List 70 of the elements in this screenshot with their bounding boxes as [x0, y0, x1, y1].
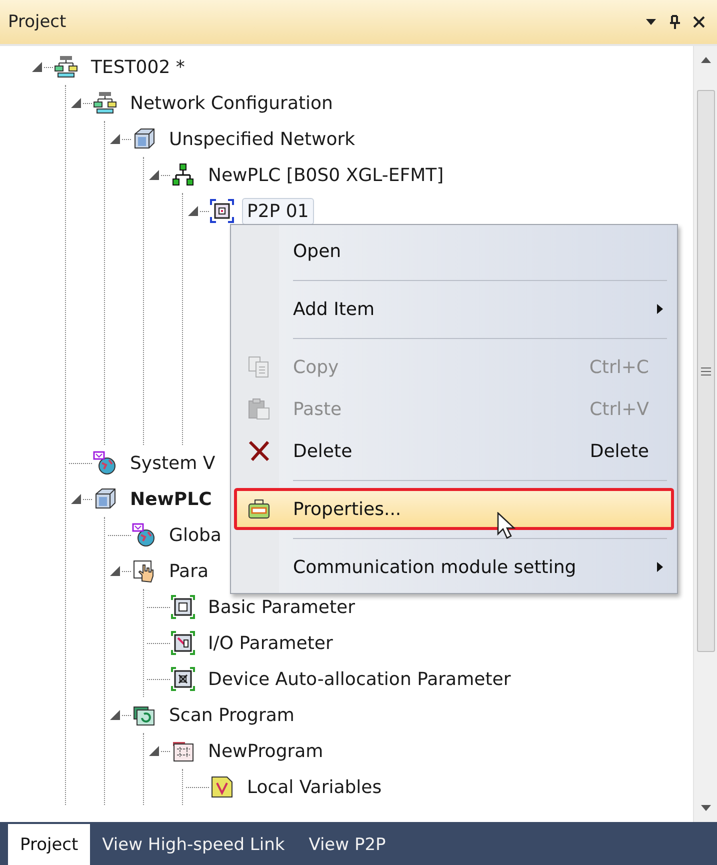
shortcut-text: Delete [590, 440, 650, 462]
globe-icon [93, 451, 117, 475]
expander-icon[interactable] [71, 494, 81, 504]
tree-item[interactable]: Device Auto-allocation Parameter [203, 666, 516, 692]
expander-icon[interactable] [71, 98, 81, 108]
tab[interactable]: Project [8, 824, 90, 865]
tree-item[interactable]: Para [164, 558, 214, 584]
menu-item-label: Copy [292, 356, 340, 378]
hand-icon [132, 559, 156, 583]
scroll-up-icon[interactable] [700, 56, 710, 64]
panel-title: Project [8, 12, 66, 32]
expander-icon[interactable] [110, 710, 120, 720]
copy-icon [247, 355, 271, 379]
module-icon [210, 199, 234, 223]
tree-item[interactable]: Globa [164, 522, 226, 548]
tree-item[interactable]: Scan Program [164, 702, 300, 728]
expander-icon[interactable] [32, 62, 42, 72]
dropdown-icon[interactable] [645, 17, 657, 27]
mouse-pointer-icon [497, 512, 517, 540]
cross-icon [247, 439, 271, 463]
clipboard-icon [247, 397, 271, 421]
tree-item[interactable]: Unspecified Network [164, 126, 360, 152]
menu-item-label: Communication module setting [292, 556, 578, 578]
grip-icon [700, 366, 710, 376]
tree-item[interactable]: P2P 01 [242, 198, 314, 224]
tree-item[interactable]: NewProgram [203, 738, 328, 764]
scrollbar-thumb[interactable] [696, 90, 714, 652]
menu-item[interactable]: Add Item [234, 288, 674, 330]
tree-item[interactable]: System V [125, 450, 220, 476]
variables-icon [210, 775, 234, 799]
tree-item[interactable]: Basic Parameter [203, 594, 360, 620]
pin-icon[interactable] [669, 15, 681, 29]
hierarchy-icon [171, 163, 195, 187]
tab[interactable]: View P2P [296, 825, 398, 865]
device-panel-icon [171, 667, 195, 691]
expander-icon[interactable] [149, 746, 159, 756]
menu-item-label: Paste [292, 398, 343, 420]
shortcut-text: Ctrl+V [590, 398, 650, 420]
scrollbar[interactable] [693, 46, 717, 822]
menu-item[interactable]: Open [234, 230, 674, 272]
expander-icon[interactable] [188, 206, 198, 216]
submenu-arrow-icon [657, 304, 663, 314]
cube-icon [132, 127, 156, 151]
globe-icon [132, 523, 156, 547]
menu-item-label: Add Item [292, 298, 376, 320]
menu-item-label: Delete [292, 440, 354, 462]
tree-item[interactable]: Local Variables [242, 774, 387, 800]
program-icon [171, 739, 195, 763]
tree-item[interactable]: NewPLC [125, 486, 217, 512]
menu-item[interactable]: Delete Delete [234, 430, 674, 472]
cube-icon [93, 487, 117, 511]
expander-icon[interactable] [110, 566, 120, 576]
menu-item-label: Properties... [292, 498, 402, 520]
tree-item[interactable]: Network Configuration [125, 90, 338, 116]
tree-item[interactable]: NewPLC [B0S0 XGL-EFMT] [203, 162, 449, 188]
shortcut-text: Ctrl+C [589, 356, 650, 378]
menu-item[interactable]: Communication module setting [234, 546, 674, 588]
tab[interactable]: View High-speed Link [90, 825, 297, 865]
expander-icon[interactable] [110, 134, 120, 144]
expander-icon[interactable] [149, 170, 159, 180]
io-panel-icon [171, 631, 195, 655]
tree-item[interactable]: TEST002 * [86, 54, 190, 80]
close-icon[interactable] [693, 16, 705, 28]
scroll-down-icon[interactable] [700, 804, 710, 812]
settings-panel-icon [171, 595, 195, 619]
tree-item[interactable]: I/O Parameter [203, 630, 338, 656]
menu-item-label: Open [292, 240, 342, 262]
menu-item[interactable]: Properties... [234, 488, 674, 530]
briefcase-icon [247, 497, 271, 521]
submenu-arrow-icon [657, 562, 663, 572]
